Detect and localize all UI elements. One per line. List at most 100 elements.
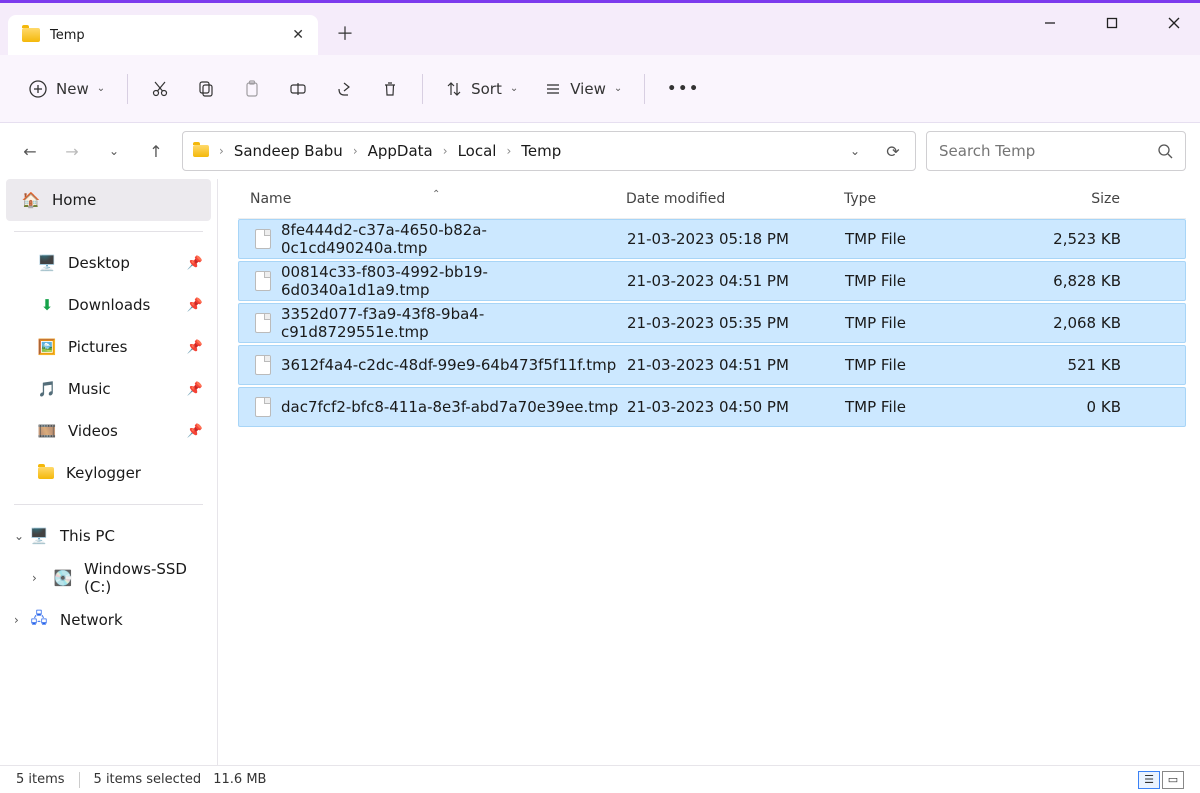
paste-button[interactable] xyxy=(232,69,272,109)
sidebar-item-keylogger[interactable]: Keylogger xyxy=(0,452,217,494)
sidebar-label: Network xyxy=(60,611,123,629)
chevron-right-icon: › xyxy=(506,144,511,158)
pin-icon: 📌 xyxy=(187,340,203,355)
breadcrumb-item[interactable]: AppData xyxy=(368,142,433,160)
music-icon: 🎵 xyxy=(38,380,56,398)
delete-button[interactable] xyxy=(370,69,410,109)
window-tab[interactable]: Temp ✕ xyxy=(8,15,318,55)
sort-button[interactable]: Sort ⌄ xyxy=(435,69,528,109)
chevron-down-icon: ⌄ xyxy=(614,83,622,94)
breadcrumb-item[interactable]: Local xyxy=(458,142,497,160)
column-type[interactable]: Type xyxy=(844,191,1020,207)
folder-icon xyxy=(38,467,54,479)
sort-icon xyxy=(445,80,463,98)
sidebar-label: This PC xyxy=(60,527,115,545)
folder-icon xyxy=(22,28,40,42)
column-size[interactable]: Size xyxy=(1020,191,1130,207)
status-bar: 5 items 5 items selected 11.6 MB ☰ ▭ xyxy=(0,765,1200,793)
sidebar-item-pictures[interactable]: 🖼️Pictures📌 xyxy=(0,326,217,368)
search-input[interactable] xyxy=(939,142,1157,160)
separator xyxy=(14,231,203,232)
chevron-right-icon[interactable]: › xyxy=(14,613,19,627)
new-button[interactable]: New ⌄ xyxy=(18,69,115,109)
separator xyxy=(14,504,203,505)
sidebar-label: Music xyxy=(68,380,111,398)
breadcrumb-item[interactable]: Sandeep Babu xyxy=(234,142,343,160)
table-row[interactable]: 8fe444d2-c37a-4650-b82a-0c1cd490240a.tmp… xyxy=(238,219,1186,259)
desktop-icon: 🖥️ xyxy=(38,254,56,272)
ellipsis-icon: ••• xyxy=(667,81,700,97)
sidebar-item-drive[interactable]: ›💽Windows-SSD (C:) xyxy=(0,557,217,599)
pictures-icon: 🖼️ xyxy=(38,338,56,356)
search-box[interactable] xyxy=(926,131,1186,171)
file-name: dac7fcf2-bfc8-411a-8e3f-abd7a70e39ee.tmp xyxy=(281,398,618,416)
column-name[interactable]: Name⌃ xyxy=(238,191,626,207)
minimize-button[interactable] xyxy=(1032,9,1068,37)
file-type: TMP File xyxy=(845,356,1021,374)
address-bar[interactable]: › Sandeep Babu › AppData › Local › Temp … xyxy=(182,131,916,171)
file-type: TMP File xyxy=(845,230,1021,248)
network-icon: 🖧 xyxy=(30,611,48,629)
chevron-down-icon: ⌄ xyxy=(510,83,518,94)
file-list: 8fe444d2-c37a-4650-b82a-0c1cd490240a.tmp… xyxy=(238,219,1186,429)
maximize-button[interactable] xyxy=(1094,9,1130,37)
view-label: View xyxy=(570,80,606,98)
tab-title: Temp xyxy=(50,28,282,43)
new-tab-button[interactable]: ＋ xyxy=(336,20,354,46)
sidebar-item-desktop[interactable]: 🖥️ Desktop 📌 xyxy=(0,242,217,284)
sidebar-item-network[interactable]: › 🖧 Network xyxy=(0,599,217,641)
sidebar-item-downloads[interactable]: ⬇Downloads📌 xyxy=(0,284,217,326)
file-icon xyxy=(255,355,271,375)
view-button[interactable]: View ⌄ xyxy=(534,69,632,109)
details-view-button[interactable]: ☰ xyxy=(1138,771,1160,789)
chevron-right-icon[interactable]: › xyxy=(32,571,37,585)
pin-icon: 📌 xyxy=(187,382,203,397)
table-row[interactable]: 3612f4a4-c2dc-48df-99e9-64b473f5f11f.tmp… xyxy=(238,345,1186,385)
file-name: 00814c33-f803-4992-bb19-6d0340a1d1a9.tmp xyxy=(281,263,627,299)
pin-icon: 📌 xyxy=(187,256,203,271)
cut-button[interactable] xyxy=(140,69,180,109)
share-button[interactable] xyxy=(324,69,364,109)
pin-icon: 📌 xyxy=(187,424,203,439)
breadcrumb-item[interactable]: Temp xyxy=(521,142,561,160)
copy-button[interactable] xyxy=(186,69,226,109)
view-toggles: ☰ ▭ xyxy=(1138,771,1184,789)
table-row[interactable]: 00814c33-f803-4992-bb19-6d0340a1d1a9.tmp… xyxy=(238,261,1186,301)
more-button[interactable]: ••• xyxy=(657,69,710,109)
new-label: New xyxy=(56,80,89,98)
sidebar-label: Desktop xyxy=(68,254,130,272)
status-count: 5 items xyxy=(16,772,65,787)
rename-icon xyxy=(288,79,308,99)
up-button[interactable]: ↑ xyxy=(144,139,168,163)
file-icon xyxy=(255,229,271,249)
sidebar-label: Windows-SSD (C:) xyxy=(84,560,203,596)
address-dropdown[interactable]: ⌄ xyxy=(843,139,867,163)
forward-button[interactable]: → xyxy=(60,139,84,163)
table-row[interactable]: 3352d077-f3a9-43f8-9ba4-c91d8729551e.tmp… xyxy=(238,303,1186,343)
sidebar-item-videos[interactable]: 🎞️Videos📌 xyxy=(0,410,217,452)
file-date: 21-03-2023 04:51 PM xyxy=(627,356,845,374)
file-size: 2,068 KB xyxy=(1021,314,1131,332)
sort-indicator-icon: ⌃ xyxy=(432,189,440,200)
grid-view-button[interactable]: ▭ xyxy=(1162,771,1184,789)
sidebar-label: Videos xyxy=(68,422,118,440)
scissors-icon xyxy=(150,79,170,99)
sidebar-item-music[interactable]: 🎵 Music 📌 xyxy=(0,368,217,410)
back-button[interactable]: ← xyxy=(18,139,42,163)
sidebar-label: Home xyxy=(52,191,96,209)
rename-button[interactable] xyxy=(278,69,318,109)
column-date[interactable]: Date modified xyxy=(626,191,844,207)
chevron-down-icon[interactable]: ⌄ xyxy=(14,529,24,543)
paste-icon xyxy=(242,79,262,99)
file-icon xyxy=(255,313,271,333)
recent-dropdown[interactable]: ⌄ xyxy=(102,139,126,163)
close-button[interactable] xyxy=(1156,9,1192,37)
sidebar-item-home[interactable]: 🏠 Home xyxy=(6,179,211,221)
table-row[interactable]: dac7fcf2-bfc8-411a-8e3f-abd7a70e39ee.tmp… xyxy=(238,387,1186,427)
file-name: 8fe444d2-c37a-4650-b82a-0c1cd490240a.tmp xyxy=(281,221,627,257)
close-tab-button[interactable]: ✕ xyxy=(292,27,304,43)
sidebar-item-thispc[interactable]: ⌄🖥️This PC xyxy=(0,515,217,557)
refresh-button[interactable]: ⟳ xyxy=(881,139,905,163)
file-size: 6,828 KB xyxy=(1021,272,1131,290)
file-name: 3352d077-f3a9-43f8-9ba4-c91d8729551e.tmp xyxy=(281,305,627,341)
